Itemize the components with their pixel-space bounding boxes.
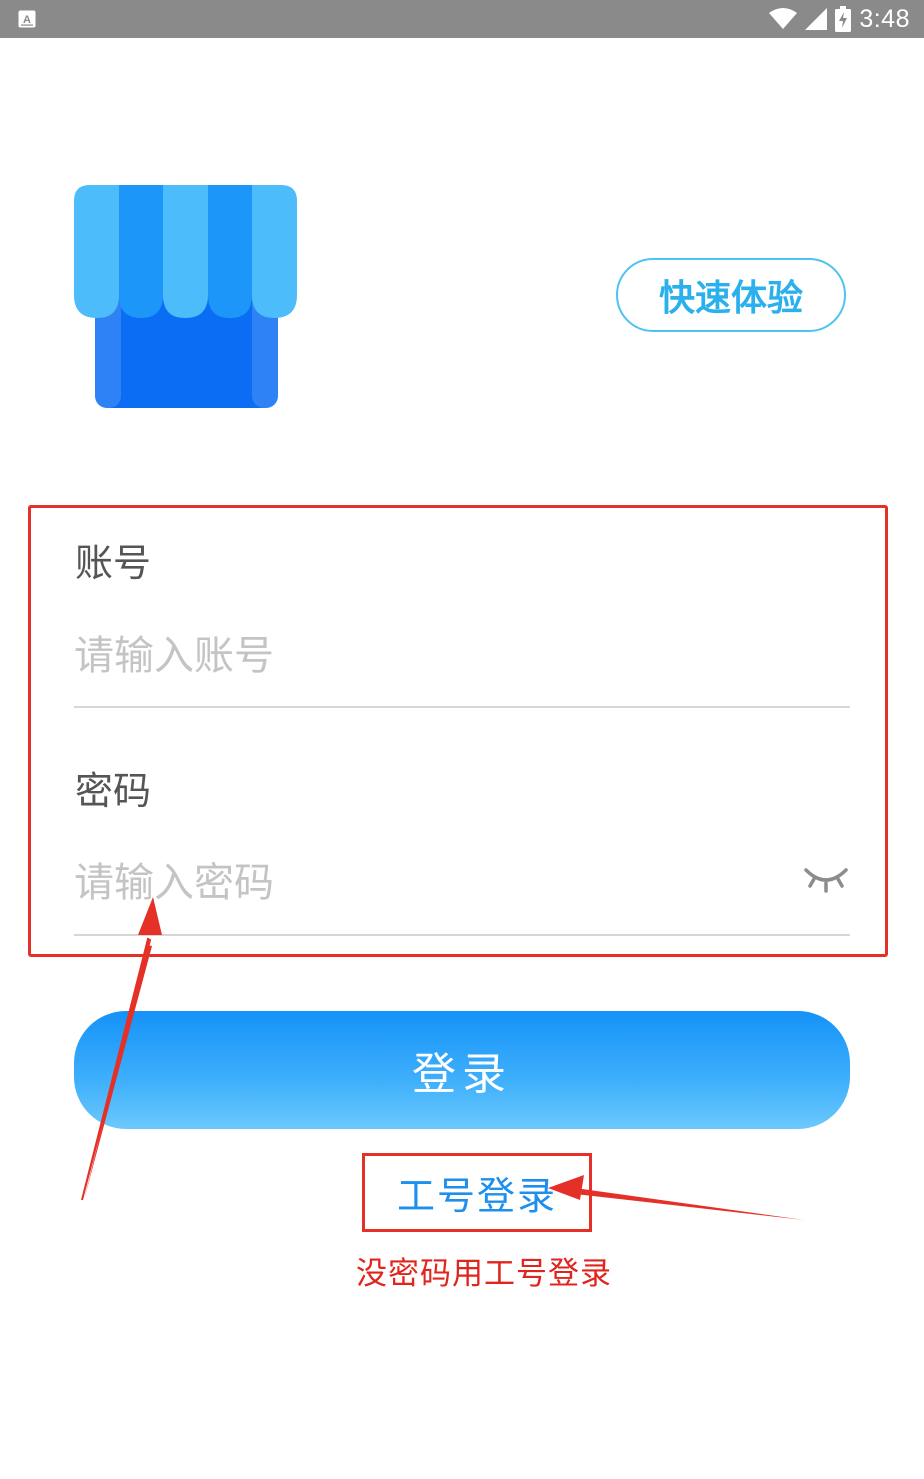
annotation-note: 没密码用工号登录: [356, 1256, 612, 1292]
status-bar: A 3:48: [0, 0, 924, 38]
shop-awning-logo: [74, 185, 297, 408]
eye-closed-icon[interactable]: [802, 862, 850, 894]
account-label: 账号: [75, 541, 152, 585]
signal-icon: [805, 8, 828, 30]
quick-trial-button[interactable]: 快速体验: [616, 258, 846, 332]
password-underline: [74, 934, 850, 936]
status-icons: 3:48: [769, 0, 910, 38]
login-button[interactable]: 登录: [74, 1011, 850, 1129]
battery-charging-icon: [835, 6, 852, 32]
account-underline: [74, 706, 850, 708]
password-input[interactable]: [74, 853, 794, 913]
status-time: 3:48: [859, 4, 910, 33]
account-input[interactable]: [74, 626, 850, 686]
annotation-arrow-to-employee-login: [575, 1188, 804, 1220]
password-label: 密码: [75, 769, 152, 813]
svg-text:A: A: [23, 14, 31, 26]
wifi-icon: [769, 8, 798, 29]
a-notification-icon: A: [18, 10, 36, 28]
employee-login-link[interactable]: 工号登录: [362, 1153, 592, 1232]
